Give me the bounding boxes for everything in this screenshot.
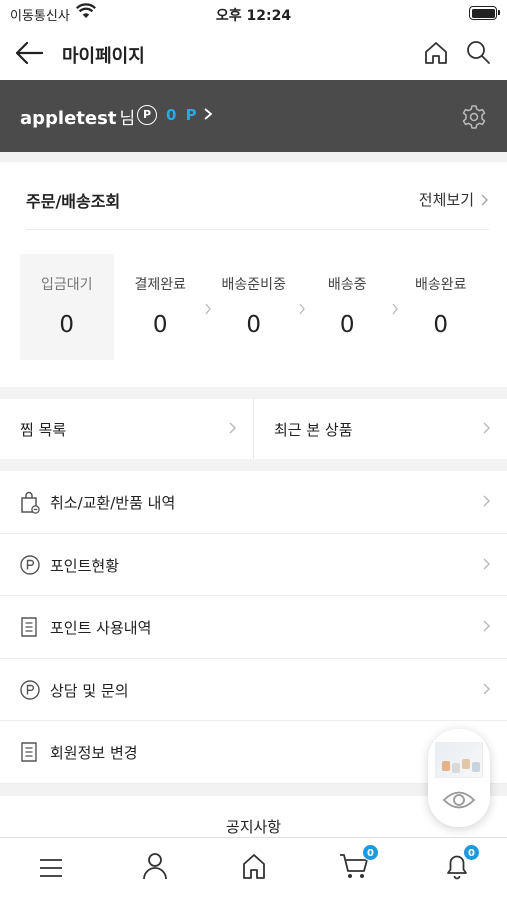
step-payment-pending[interactable]: 입금대기 0 — [20, 254, 114, 360]
point-icon — [19, 679, 41, 705]
menu-item-point-status[interactable]: 포인트현황 — [0, 534, 507, 596]
status-bar: 이동통신사 오후 12:24 — [0, 0, 507, 28]
point-icon: P — [137, 105, 157, 125]
menu-item-label: 회원정보 변경 — [50, 744, 138, 762]
view-all-link[interactable]: 전체보기 — [419, 189, 489, 210]
bell-icon[interactable]: 0 — [444, 844, 480, 884]
app-bar: 마이페이지 — [0, 28, 507, 80]
home-icon[interactable] — [241, 852, 267, 884]
clock: 오후 12:24 — [215, 8, 292, 24]
order-steps: 입금대기 0 결제완료 0 배송준비중 0 배송중 0 배송완료 0 — [20, 254, 488, 360]
menu-item-label: 상담 및 문의 — [50, 681, 129, 700]
step-count: 0 — [246, 312, 262, 338]
document-icon — [19, 616, 39, 642]
menu-item-label: 취소/교환/반품 내역 — [50, 494, 176, 512]
step-payment-complete[interactable]: 결제완료 0 — [114, 254, 211, 360]
cart-icon[interactable]: 0 — [339, 844, 379, 884]
menu-item-returns[interactable]: 취소/교환/반품 내역 — [0, 471, 507, 534]
step-preparing[interactable]: 배송준비중 0 — [207, 254, 305, 360]
user-suffix: 님 — [119, 109, 136, 129]
recently-viewed-widget[interactable] — [428, 729, 490, 827]
product-thumbnail[interactable] — [435, 742, 483, 778]
user-id: appletest — [20, 108, 117, 129]
step-label: 결제완료 — [134, 277, 187, 293]
chevron-right-icon — [482, 682, 491, 700]
point-icon — [19, 554, 41, 580]
bag-icon — [19, 491, 41, 519]
menu-item-point-history[interactable]: 포인트 사용내역 — [0, 596, 507, 659]
recent-products-label: 최근 본 상품 — [274, 421, 353, 439]
chevron-right-icon — [481, 193, 489, 206]
step-delivered[interactable]: 배송완료 0 — [394, 254, 488, 360]
step-count: 0 — [152, 312, 168, 338]
eye-icon[interactable] — [442, 789, 476, 815]
cart-badge: 0 — [362, 844, 379, 861]
chevron-right-icon — [203, 106, 213, 125]
step-count: 0 — [59, 312, 75, 338]
menu-list: 취소/교환/반품 내역 포인트현황 포인트 사용내역 상담 및 문의 회원정보 … — [0, 471, 507, 784]
search-icon[interactable] — [465, 39, 491, 69]
back-arrow-icon[interactable] — [14, 40, 46, 68]
menu-item-inquiry[interactable]: 상담 및 문의 — [0, 659, 507, 721]
user-summary-bar: appletest 님 P 0 P — [0, 80, 507, 152]
chevron-right-icon — [482, 619, 491, 637]
document-icon — [19, 741, 39, 767]
order-status-title: 주문/배송조회 — [26, 192, 121, 211]
step-count: 0 — [339, 312, 355, 338]
chevron-right-icon — [482, 421, 491, 439]
step-label: 배송준비중 — [221, 277, 286, 293]
page-title: 마이페이지 — [62, 46, 145, 67]
user-icon[interactable] — [142, 852, 168, 884]
chevron-right-icon — [228, 421, 237, 439]
points-link[interactable]: P 0 P — [137, 105, 213, 125]
user-name: appletest 님 — [20, 104, 135, 129]
notice-label: 공지사항 — [225, 817, 282, 836]
menu-item-label: 포인트현황 — [50, 556, 120, 575]
order-status-card: 주문/배송조회 전체보기 입금대기 0 결제완료 0 배송준비중 0 배송중 0… — [0, 162, 507, 387]
bell-badge: 0 — [463, 844, 480, 861]
battery-icon — [469, 6, 500, 20]
menu-icon[interactable] — [38, 857, 64, 883]
order-status-header: 주문/배송조회 전체보기 — [26, 162, 489, 230]
step-label: 배송중 — [327, 277, 367, 293]
gear-icon[interactable] — [461, 104, 487, 134]
step-count: 0 — [433, 312, 449, 338]
bottom-tab-bar: 0 0 — [0, 837, 507, 900]
chevron-right-icon — [482, 557, 491, 575]
step-label: 배송완료 — [414, 277, 467, 293]
home-icon[interactable] — [423, 40, 449, 70]
recent-products-link[interactable]: 최근 본 상품 — [253, 399, 507, 459]
shortcut-row: 찜 목록 최근 본 상품 — [0, 399, 507, 459]
step-shipping[interactable]: 배송중 0 — [301, 254, 398, 360]
wishlist-label: 찜 목록 — [20, 421, 67, 439]
wishlist-link[interactable]: 찜 목록 — [0, 399, 253, 459]
step-label: 입금대기 — [40, 277, 93, 293]
menu-item-label: 포인트 사용내역 — [50, 619, 152, 637]
view-all-label: 전체보기 — [418, 191, 474, 209]
points-value: 0 P — [166, 106, 199, 124]
chevron-right-icon — [482, 494, 491, 512]
